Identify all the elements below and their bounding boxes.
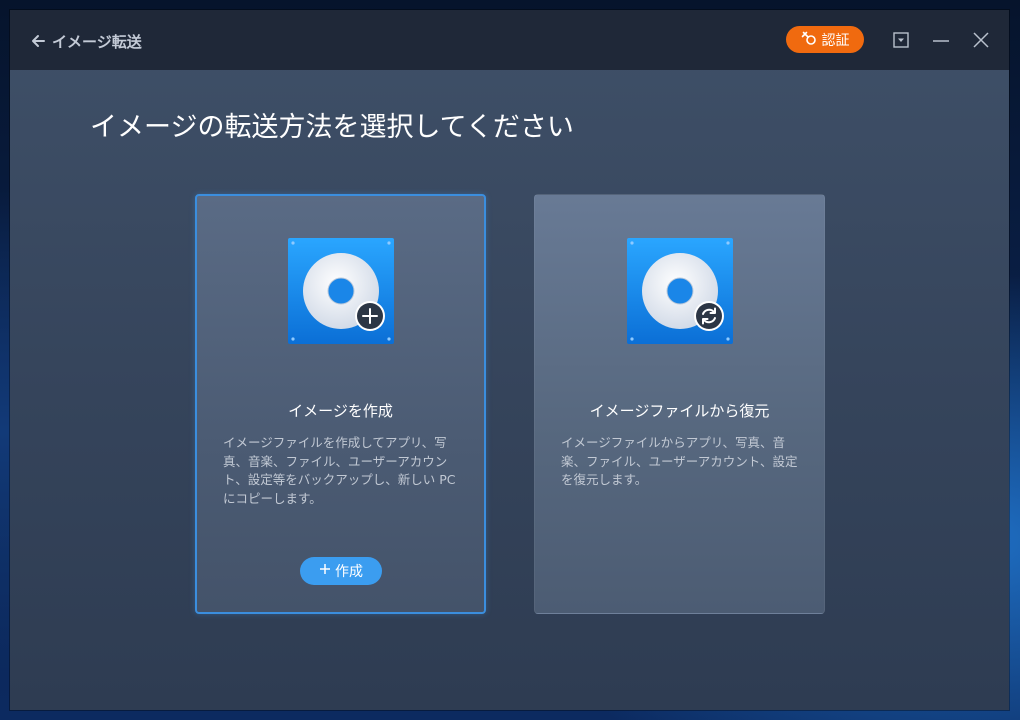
page-title: イメージの転送方法を選択してください [90, 112, 574, 143]
dropdown-menu-button[interactable] [891, 30, 911, 50]
close-button[interactable] [971, 30, 991, 50]
create-image-description: イメージファイルを作成してアプリ、写真、音楽、ファイル、ユーザーアカウント、設定… [223, 435, 456, 506]
restore-image-card[interactable]: イメージファイルから復元 イメージファイルからアプリ、写真、音楽、ファイル、ユー… [534, 194, 825, 614]
plus-icon [319, 563, 331, 579]
disc-plus-icon [287, 238, 394, 344]
close-icon [971, 30, 991, 50]
key-icon [801, 30, 817, 50]
auth-button-label: 認証 [821, 32, 850, 49]
auth-button[interactable]: 認証 [786, 26, 864, 53]
create-image-title: イメージを作成 [288, 402, 393, 420]
title-bar: イメージ転送 認証 [10, 10, 1009, 70]
arrow-left-icon [30, 33, 46, 49]
disc-restore-icon [626, 238, 733, 344]
restore-image-description: イメージファイルからアプリ、写真、音楽、ファイル、ユーザーアカウント、設定を復元… [561, 435, 798, 487]
back-button-label: イメージ転送 [52, 32, 142, 51]
minimize-icon [931, 30, 951, 50]
create-image-card[interactable]: イメージを作成 イメージファイルを作成してアプリ、写真、音楽、ファイル、ユーザー… [195, 194, 486, 614]
restore-image-title: イメージファイルから復元 [589, 402, 770, 420]
create-button-label: 作成 [335, 564, 363, 580]
minimize-button[interactable] [931, 30, 951, 50]
dropdown-icon [891, 30, 911, 50]
app-window: イメージ転送 認証 イメージの転送方法を選択してください イメージを作成 イメー… [10, 10, 1009, 710]
back-button[interactable]: イメージ転送 [30, 30, 142, 52]
create-button[interactable]: 作成 [300, 557, 382, 585]
